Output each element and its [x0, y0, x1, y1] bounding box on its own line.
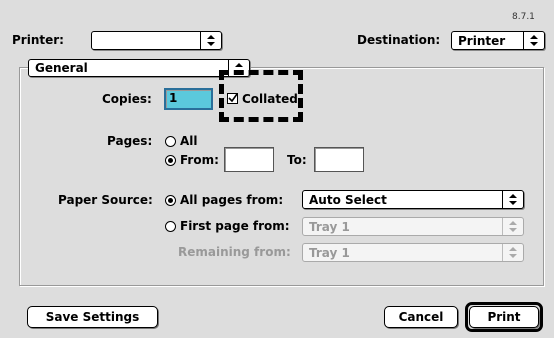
all-pages-from-popup-value: Auto Select: [309, 193, 387, 207]
destination-popup-value: Printer: [458, 34, 506, 48]
copies-label: Copies:: [102, 92, 152, 106]
remaining-from-label: Remaining from:: [178, 245, 291, 259]
pages-from-input[interactable]: [224, 147, 274, 172]
save-settings-button[interactable]: Save Settings: [27, 306, 158, 328]
popup-arrows-icon: [502, 244, 523, 261]
popup-arrows-icon: [200, 32, 221, 49]
collated-label: Collated: [242, 92, 298, 106]
panel-popup[interactable]: General: [28, 59, 250, 77]
first-page-from-popup[interactable]: Tray 1: [302, 217, 524, 236]
destination-label: Destination:: [357, 33, 441, 47]
version-label: 8.7.1: [512, 12, 535, 22]
first-page-from-radio[interactable]: [165, 221, 176, 232]
print-button[interactable]: Print: [469, 306, 539, 328]
all-pages-from-popup[interactable]: Auto Select: [302, 190, 524, 209]
collated-checkbox[interactable]: [227, 93, 238, 104]
copies-input[interactable]: 1: [164, 88, 213, 110]
first-page-from-label: First page from:: [180, 219, 290, 233]
remaining-from-popup[interactable]: Tray 1: [302, 243, 524, 262]
popup-arrows-icon: [502, 191, 523, 208]
pages-to-label: To:: [287, 153, 307, 167]
paper-source-label: Paper Source:: [58, 193, 153, 207]
popup-arrows-icon: [523, 32, 544, 49]
destination-popup[interactable]: Printer: [451, 31, 545, 50]
cancel-button[interactable]: Cancel: [384, 306, 458, 328]
pages-from-radio[interactable]: [165, 155, 176, 166]
all-pages-from-label: All pages from:: [180, 193, 284, 207]
panel-popup-value: General: [35, 61, 88, 75]
pages-from-label: From:: [180, 153, 219, 167]
pages-all-radio[interactable]: [165, 136, 176, 147]
pages-all-label: All: [180, 134, 198, 148]
first-page-from-popup-value: Tray 1: [309, 220, 350, 234]
printer-label: Printer:: [12, 33, 64, 47]
pages-label: Pages:: [107, 134, 153, 148]
checkmark-icon: [228, 93, 238, 103]
all-pages-from-radio[interactable]: [165, 195, 176, 206]
pages-to-input[interactable]: [314, 147, 364, 172]
popup-arrows-icon: [502, 218, 523, 235]
printer-popup[interactable]: [91, 31, 222, 50]
copies-input-value: 1: [169, 91, 178, 105]
remaining-from-popup-value: Tray 1: [309, 246, 350, 260]
